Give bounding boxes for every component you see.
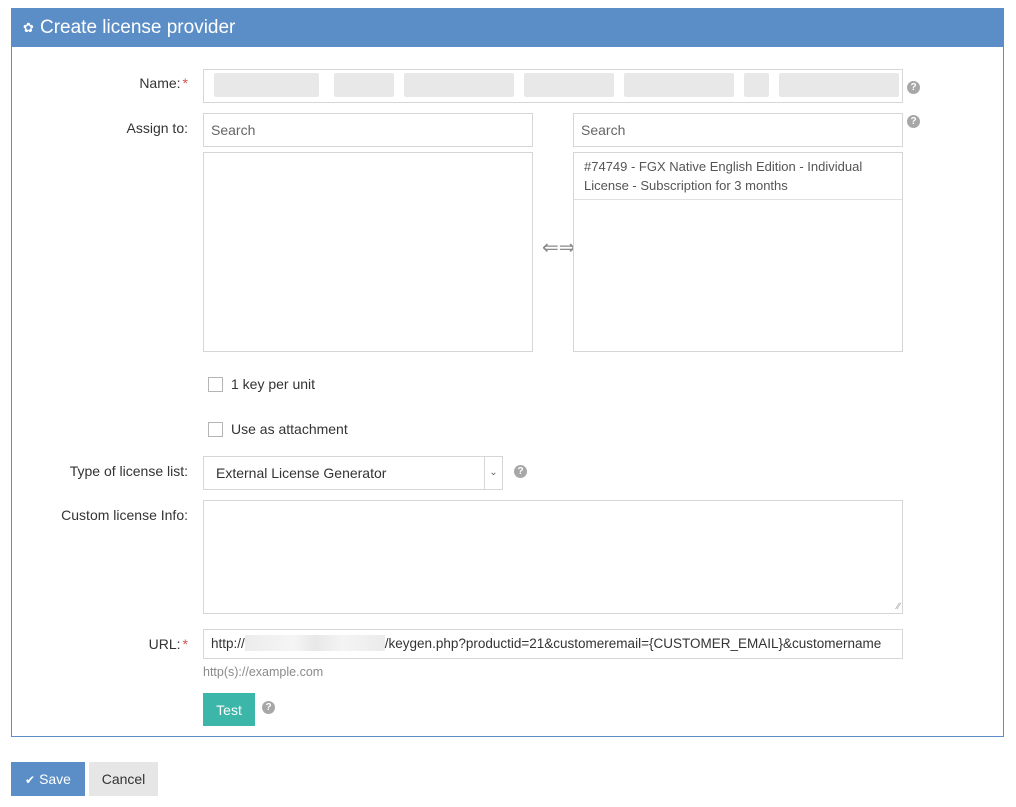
swap-arrows-icon[interactable]: ⇐⇒ [542, 235, 576, 260]
selected-items-list[interactable]: #74749 - FGX Native English Edition - In… [573, 152, 903, 352]
create-license-provider-panel: ✿ Create license provider Name: * ? Assign… [11, 8, 1004, 737]
use-as-attachment-checkbox[interactable] [208, 422, 223, 437]
gear-icon: ✿ [23, 20, 34, 35]
url-rest: /keygen.php?productid=21&customeremail={… [384, 636, 882, 651]
name-label-text: Name: [139, 75, 181, 91]
custom-info-label: Custom license Info: [61, 507, 188, 523]
save-label: Save [39, 771, 71, 787]
url-input[interactable]: http:// /keygen.php?productid=21&customer… [203, 629, 903, 659]
resize-grip-icon[interactable]: ∕∕ [897, 602, 900, 611]
one-key-per-unit-label[interactable]: 1 key per unit [231, 376, 315, 392]
available-search-input[interactable] [203, 113, 533, 147]
cancel-button[interactable]: Cancel [89, 762, 158, 796]
name-label: Name: * [12, 75, 188, 91]
chevron-down-icon: ⌄ [484, 457, 502, 489]
list-item[interactable]: #74749 - FGX Native English Edition - In… [574, 153, 902, 200]
panel-header: ✿ Create license provider [12, 9, 1003, 47]
check-icon: ✔ [25, 773, 36, 787]
license-type-help-icon[interactable]: ? [514, 465, 527, 478]
required-marker: * [182, 636, 188, 652]
test-button[interactable]: Test [203, 693, 255, 726]
panel-title: Create license provider [40, 17, 236, 38]
test-help-icon[interactable]: ? [262, 701, 275, 714]
required-marker: * [182, 75, 188, 91]
license-type-selected: External License Generator [216, 465, 387, 481]
name-input[interactable] [203, 69, 903, 103]
url-redacted [244, 635, 385, 651]
url-label-text: URL: [148, 636, 181, 652]
name-help-icon[interactable]: ? [907, 81, 920, 94]
assign-help-icon[interactable]: ? [907, 115, 920, 128]
url-prefix: http:// [211, 636, 245, 651]
available-items-list[interactable] [203, 152, 533, 352]
save-button[interactable]: ✔ Save [11, 762, 85, 796]
license-type-label: Type of license list: [69, 463, 188, 479]
one-key-per-unit-checkbox[interactable] [208, 377, 223, 392]
license-type-select[interactable]: External License Generator ⌄ [203, 456, 503, 490]
url-hint: http(s)://example.com [203, 665, 324, 679]
selected-search-input[interactable] [573, 113, 903, 147]
use-as-attachment-label[interactable]: Use as attachment [231, 421, 348, 437]
assign-to-label: Assign to: [126, 120, 188, 136]
url-label: URL: * [12, 636, 188, 652]
custom-info-textarea[interactable]: ∕∕ [203, 500, 903, 614]
